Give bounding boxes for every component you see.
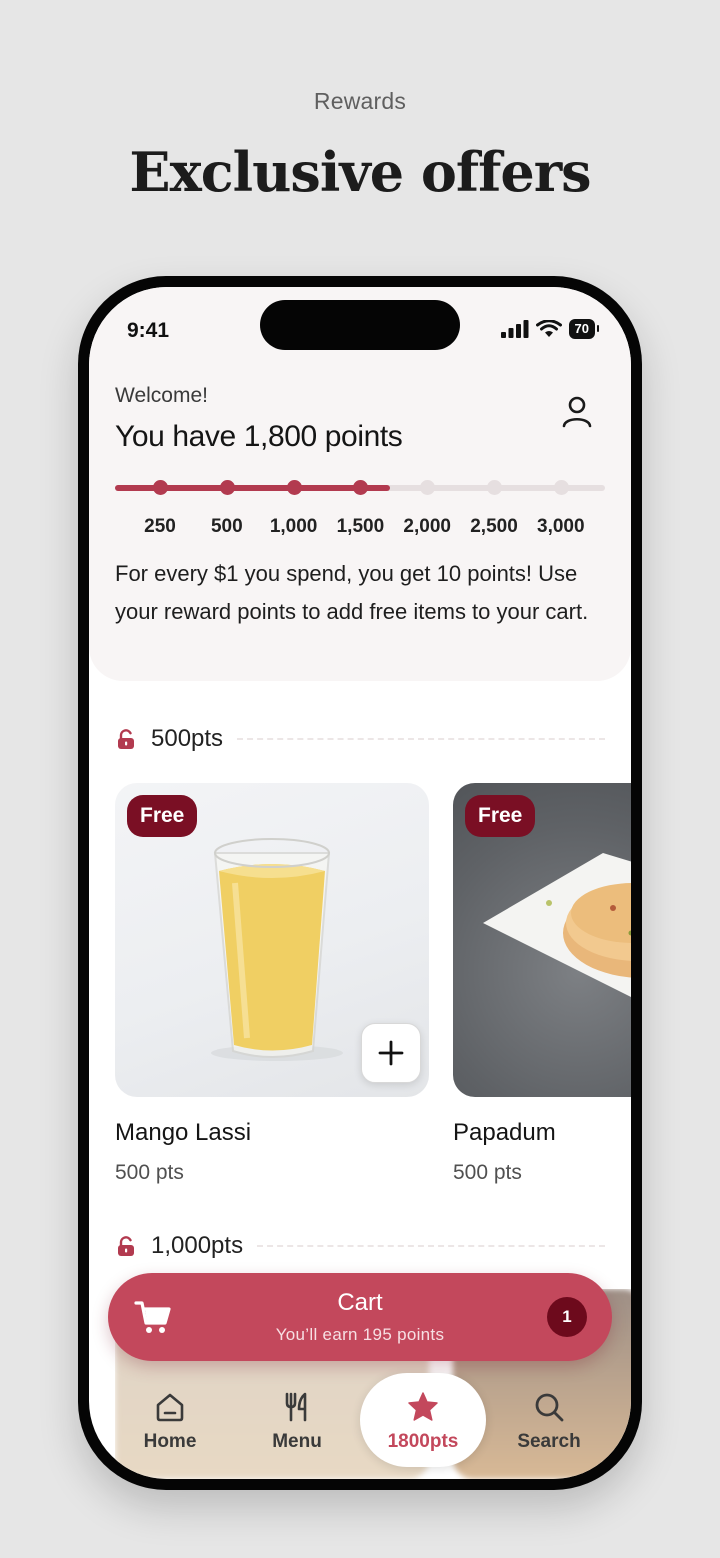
cart-title: Cart	[337, 1289, 383, 1316]
progress-dot	[153, 480, 168, 495]
tier-label: 500	[210, 516, 243, 537]
tab-label: Home	[143, 1431, 197, 1452]
reward-card-papadum[interactable]: Free Papadum 500 pts	[453, 783, 631, 1185]
section-label: 1,000pts	[151, 1232, 244, 1259]
cart-subtitle: You’ll earn 195 points	[275, 1325, 445, 1344]
status-time: 9:41	[127, 319, 170, 342]
tier-label: 1,500	[336, 516, 385, 537]
item-points: 500 pts	[453, 1161, 522, 1184]
progress-dot	[553, 480, 569, 495]
page-headline: Exclusive offers	[129, 140, 591, 204]
phone-screen: Welcome! You have 1,800 points 250 500 1,0…	[89, 287, 631, 1479]
cellular-signal-icon	[500, 320, 529, 338]
add-to-cart-button[interactable]	[361, 1023, 421, 1083]
status-bar: 9:41 70	[89, 287, 631, 367]
item-name: Mango Lassi	[115, 1119, 252, 1146]
star-icon	[408, 1392, 438, 1421]
rewards-explanation: For every $1 you spend, you get 10 point…	[115, 561, 589, 624]
section-divider	[237, 738, 605, 740]
points-progress	[115, 480, 605, 495]
search-icon	[535, 1393, 564, 1422]
plus-icon	[378, 1040, 404, 1066]
tab-search[interactable]: Search	[486, 1373, 612, 1467]
tier-label: 2,000	[403, 516, 451, 537]
tab-home[interactable]: Home	[107, 1373, 233, 1467]
tier-label: 2,500	[470, 516, 518, 537]
progress-dot	[353, 480, 369, 495]
eyebrow-label: Rewards	[313, 88, 407, 114]
reward-card-mango-lassi[interactable]: Free Mango Lassi 500 pts	[115, 783, 429, 1185]
tab-rewards[interactable]: 1800pts	[360, 1373, 486, 1467]
item-name: Papadum	[453, 1119, 556, 1146]
tier-label: 3,000	[537, 516, 585, 537]
phone-frame: Welcome! You have 1,800 points 250 500 1,0…	[78, 276, 642, 1490]
tier-label: 250	[144, 516, 176, 537]
tab-bar: Home Menu 1800pts Search	[89, 1373, 631, 1479]
item-points: 500 pts	[115, 1161, 184, 1184]
cart-count-badge: 1	[547, 1297, 587, 1337]
cart-bar[interactable]: Cart You’ll earn 195 points 1	[108, 1273, 612, 1361]
dynamic-island	[260, 300, 460, 350]
points-title: You have 1,800 points	[115, 420, 403, 453]
section-divider	[257, 1245, 605, 1247]
tier-labels: 250 500 1,000 1,500 2,000 2,500 3,000	[115, 516, 605, 540]
progress-dot	[487, 480, 502, 495]
status-icons: 70	[500, 319, 600, 339]
free-badge: Free	[127, 795, 198, 837]
lock-icon	[118, 1236, 134, 1256]
free-badge: Free	[465, 795, 536, 837]
battery-indicator: 70	[568, 319, 600, 339]
progress-dots	[115, 480, 605, 495]
section-header-1000: 1,000pts	[115, 1230, 605, 1262]
profile-button[interactable]	[559, 393, 595, 429]
lock-icon	[118, 729, 134, 749]
section-label: 500pts	[151, 725, 224, 752]
tab-label: Menu	[272, 1431, 322, 1452]
mango-lassi-image: Free	[115, 783, 429, 1097]
wifi-icon	[535, 320, 562, 337]
home-icon	[156, 1393, 184, 1422]
section-header-500: 500pts	[115, 723, 605, 755]
tab-menu[interactable]: Menu	[234, 1373, 360, 1467]
tab-label: 1800pts	[387, 1431, 459, 1452]
tier-label: 1,000	[269, 516, 318, 537]
progress-dot	[420, 480, 436, 495]
welcome-text: Welcome!	[115, 384, 208, 407]
tab-label: Search	[517, 1431, 581, 1452]
progress-dot	[286, 480, 302, 495]
utensils-icon	[285, 1392, 307, 1422]
papadum-image: Free	[453, 783, 631, 1097]
user-icon	[562, 396, 592, 428]
progress-dot	[219, 480, 235, 495]
